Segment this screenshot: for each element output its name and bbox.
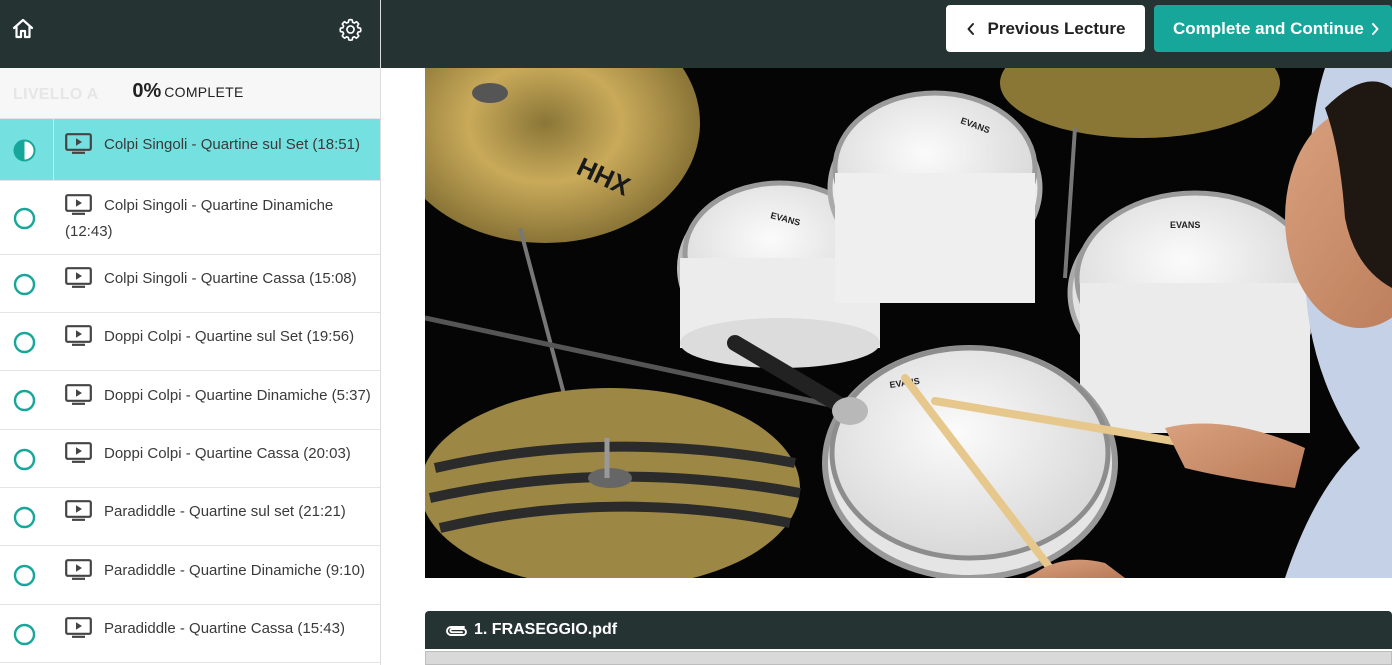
lecture-title: Colpi Singoli - Quartine Dinamiche (12:4… [65, 197, 334, 240]
lecture-topbar: Previous Lecture Complete and Continue [381, 0, 1392, 68]
row-divider [53, 119, 54, 180]
video-lecture-icon [65, 617, 92, 638]
lecture-title-wrap: Paradiddle - Quartine sul set (21:21) [65, 499, 374, 525]
lecture-title-wrap: Doppi Colpi - Quartine sul Set (19:56) [65, 324, 374, 350]
video-lecture-icon [65, 194, 92, 215]
lecture-title-wrap: Colpi Singoli - Quartine sul Set (18:51) [65, 132, 374, 158]
empty-circle-icon [13, 389, 36, 412]
empty-circle-icon [13, 331, 36, 354]
complete-and-continue-button[interactable]: Complete and Continue [1154, 5, 1392, 52]
attachment-filename: 1. FRASEGGIO.pdf [474, 621, 618, 638]
lecture-item[interactable]: Colpi Singoli - Quartine Dinamiche (12:4… [0, 181, 380, 255]
progress-label: complete [164, 84, 244, 100]
empty-circle-icon [13, 207, 36, 230]
lecture-item[interactable]: Colpi Singoli - Quartine sul Set (18:51) [0, 119, 380, 181]
lecture-item[interactable]: Paradiddle - Quartine Dinamiche (9:10) [0, 546, 380, 605]
lecture-title: Doppi Colpi - Quartine Cassa (20:03) [104, 445, 351, 462]
lecture-title: Doppi Colpi - Quartine Dinamiche (5:37) [104, 387, 371, 404]
lecture-item[interactable]: Colpi Singoli - Quartine Cassa (15:08) [0, 255, 380, 313]
lecture-item[interactable]: Doppi Colpi - Quartine Cassa (20:03) [0, 430, 380, 488]
empty-circle-icon [13, 564, 36, 587]
lecture-title: Doppi Colpi - Quartine sul Set (19:56) [104, 328, 355, 345]
progress-percent: 0% [132, 80, 162, 102]
attachment-header[interactable]: 1. FRASEGGIO.pdf [425, 611, 1392, 649]
course-progress: LIVELLO A 0% complete [0, 68, 380, 119]
lecture-list: Colpi Singoli - Quartine sul Set (18:51)… [0, 119, 380, 663]
video-lecture-icon [65, 384, 92, 405]
lecture-item[interactable]: Paradiddle - Quartine sul set (21:21) [0, 488, 380, 546]
lecture-item[interactable]: Doppi Colpi - Quartine Dinamiche (5:37) [0, 371, 380, 430]
attachment-preview [425, 651, 1392, 665]
empty-circle-icon [13, 273, 36, 296]
lecture-title-wrap: Colpi Singoli - Quartine Dinamiche (12:4… [65, 193, 374, 245]
gear-icon[interactable] [338, 17, 363, 42]
empty-circle-icon [13, 448, 36, 471]
video-lecture-icon [65, 442, 92, 463]
video-frame-image: HHX EVANS EVANS EVANS EVANS [425, 68, 1392, 578]
complete-and-continue-label: Complete and Continue [1173, 18, 1364, 38]
lecture-title: Paradiddle - Quartine Cassa (15:43) [104, 620, 345, 637]
course-sidebar: LIVELLO A 0% complete Colpi Singoli - Qua… [0, 0, 381, 665]
video-lecture-icon [65, 133, 92, 154]
lecture-item[interactable]: Doppi Colpi - Quartine sul Set (19:56) [0, 313, 380, 371]
lecture-title: Colpi Singoli - Quartine sul Set (18:51) [104, 136, 360, 153]
previous-lecture-button[interactable]: Previous Lecture [946, 5, 1145, 52]
lecture-title-wrap: Paradiddle - Quartine Cassa (15:43) [65, 616, 374, 642]
video-lecture-icon [65, 559, 92, 580]
lecture-title-wrap: Doppi Colpi - Quartine Cassa (20:03) [65, 441, 374, 467]
lecture-title-wrap: Paradiddle - Quartine Dinamiche (9:10) [65, 558, 374, 584]
lecture-title-wrap: Colpi Singoli - Quartine Cassa (15:08) [65, 266, 374, 292]
svg-text:EVANS: EVANS [1170, 220, 1200, 230]
lecture-video[interactable]: HHX EVANS EVANS EVANS EVANS [425, 68, 1392, 578]
lecture-title: Paradiddle - Quartine sul set (21:21) [104, 503, 346, 520]
video-lecture-icon [65, 267, 92, 288]
sidebar-header [0, 0, 380, 68]
previous-lecture-label: Previous Lecture [987, 18, 1126, 38]
half-circle-icon [13, 139, 36, 162]
chevron-right-icon [1372, 23, 1379, 35]
chevron-left-icon [967, 22, 974, 35]
empty-circle-icon [13, 506, 36, 529]
video-lecture-icon [65, 325, 92, 346]
lecture-item[interactable]: Paradiddle - Quartine Cassa (15:43) [0, 605, 380, 663]
lecture-title: Colpi Singoli - Quartine Cassa (15:08) [104, 270, 357, 287]
empty-circle-icon [13, 623, 36, 646]
lecture-title-wrap: Doppi Colpi - Quartine Dinamiche (5:37) [65, 383, 374, 409]
video-lecture-icon [65, 500, 92, 521]
progress-summary: 0% complete [0, 80, 376, 103]
paperclip-icon [446, 626, 467, 636]
home-icon[interactable] [11, 17, 35, 41]
lecture-title: Paradiddle - Quartine Dinamiche (9:10) [104, 562, 365, 579]
